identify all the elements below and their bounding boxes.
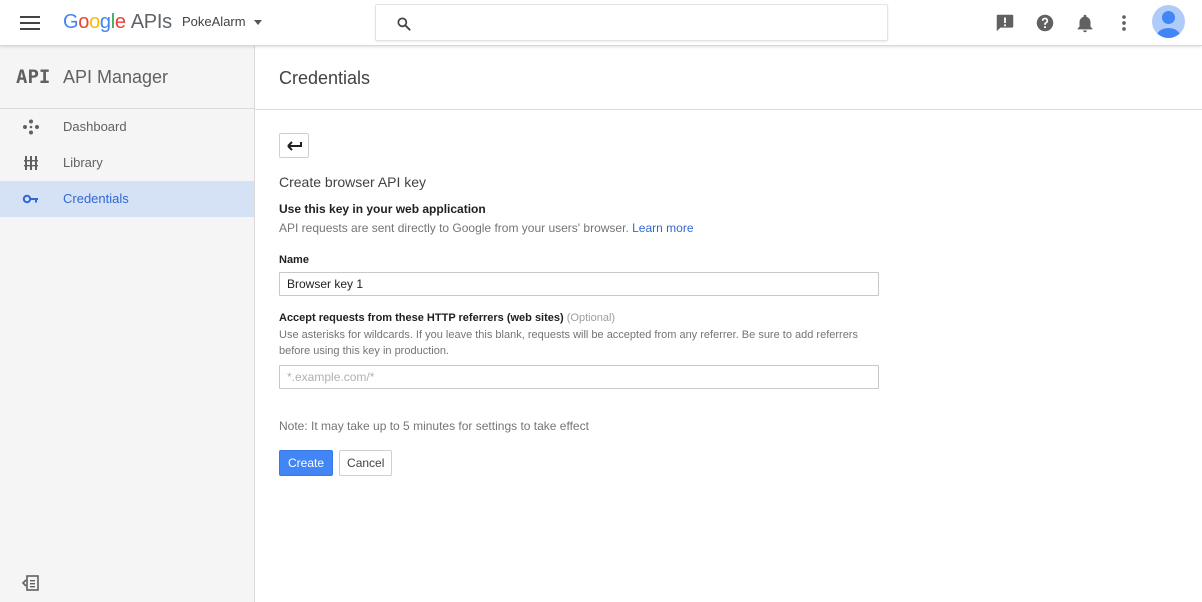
description-text: API requests are sent directly to Google… [279, 221, 629, 235]
form-title: Create browser API key [279, 174, 427, 190]
create-button[interactable]: Create [279, 450, 334, 476]
logo-letter: G [63, 11, 79, 33]
main-content: Credentials Create browser API key Use t… [255, 46, 1202, 602]
sidebar: API API Manager Dashboard Library Creden… [0, 46, 255, 602]
logo-letter: g [99, 11, 111, 33]
search-input[interactable] [422, 11, 872, 35]
logo-letter: o [78, 11, 90, 33]
referrers-field[interactable] [279, 365, 879, 389]
project-selector[interactable]: PokeAlarm [182, 14, 262, 29]
sidebar-item-label: Dashboard [63, 119, 127, 134]
project-name: PokeAlarm [182, 14, 246, 29]
referrers-help-text: Use asterisks for wildcards. If you leav… [279, 329, 858, 357]
google-apis-logo[interactable]: Google APIs [63, 10, 172, 34]
page-header: Credentials [255, 46, 1202, 110]
account-avatar[interactable] [1152, 5, 1185, 38]
logo-letter: e [114, 11, 126, 33]
api-manager-logo: API [16, 66, 51, 88]
chevron-down-icon [253, 20, 262, 26]
sidebar-item-dashboard[interactable]: Dashboard [0, 109, 254, 145]
top-app-bar: Google APIs PokeAlarm [0, 0, 1202, 46]
referrers-label: Accept requests from these HTTP referrer… [279, 312, 879, 324]
collapse-sidebar-icon[interactable] [22, 574, 40, 592]
key-icon [22, 194, 38, 204]
hamburger-menu-icon[interactable] [20, 13, 42, 33]
form-subtitle: Use this key in your web application [279, 202, 486, 216]
sidebar-item-library[interactable]: Library [0, 145, 254, 181]
referrers-label-text: Accept requests from these HTTP referrer… [279, 312, 564, 324]
sidebar-title: API Manager [63, 67, 169, 87]
create-key-form: Create browser API key Use this key in y… [279, 133, 879, 476]
form-actions: Create Cancel [279, 450, 879, 476]
sidebar-item-label: Credentials [63, 191, 129, 206]
help-icon[interactable] [1034, 12, 1056, 34]
library-icon [24, 156, 38, 170]
sidebar-item-credentials[interactable]: Credentials [0, 181, 254, 217]
learn-more-link[interactable]: Learn more [632, 221, 693, 235]
name-label: Name [279, 254, 309, 266]
notifications-bell-icon[interactable] [1074, 12, 1096, 34]
page-title: Credentials [279, 68, 371, 88]
feedback-icon[interactable] [994, 12, 1016, 34]
cancel-button[interactable]: Cancel [339, 450, 393, 476]
logo-suffix: APIs [130, 11, 172, 33]
dashboard-icon [23, 119, 39, 135]
name-field[interactable] [279, 272, 879, 296]
form-description: API requests are sent directly to Google… [279, 221, 879, 235]
back-arrow-icon [287, 141, 302, 151]
settings-note: Note: It may take up to 5 minutes for se… [279, 419, 589, 433]
search-icon [397, 17, 411, 31]
optional-label: (Optional) [566, 312, 616, 324]
user-icon [1156, 11, 1181, 38]
more-options-icon[interactable] [1113, 12, 1135, 34]
back-button[interactable] [279, 133, 309, 158]
sidebar-item-label: Library [63, 155, 103, 170]
search-box[interactable] [375, 4, 888, 41]
logo-letter: o [89, 11, 100, 33]
sidebar-header: API API Manager [0, 46, 254, 109]
